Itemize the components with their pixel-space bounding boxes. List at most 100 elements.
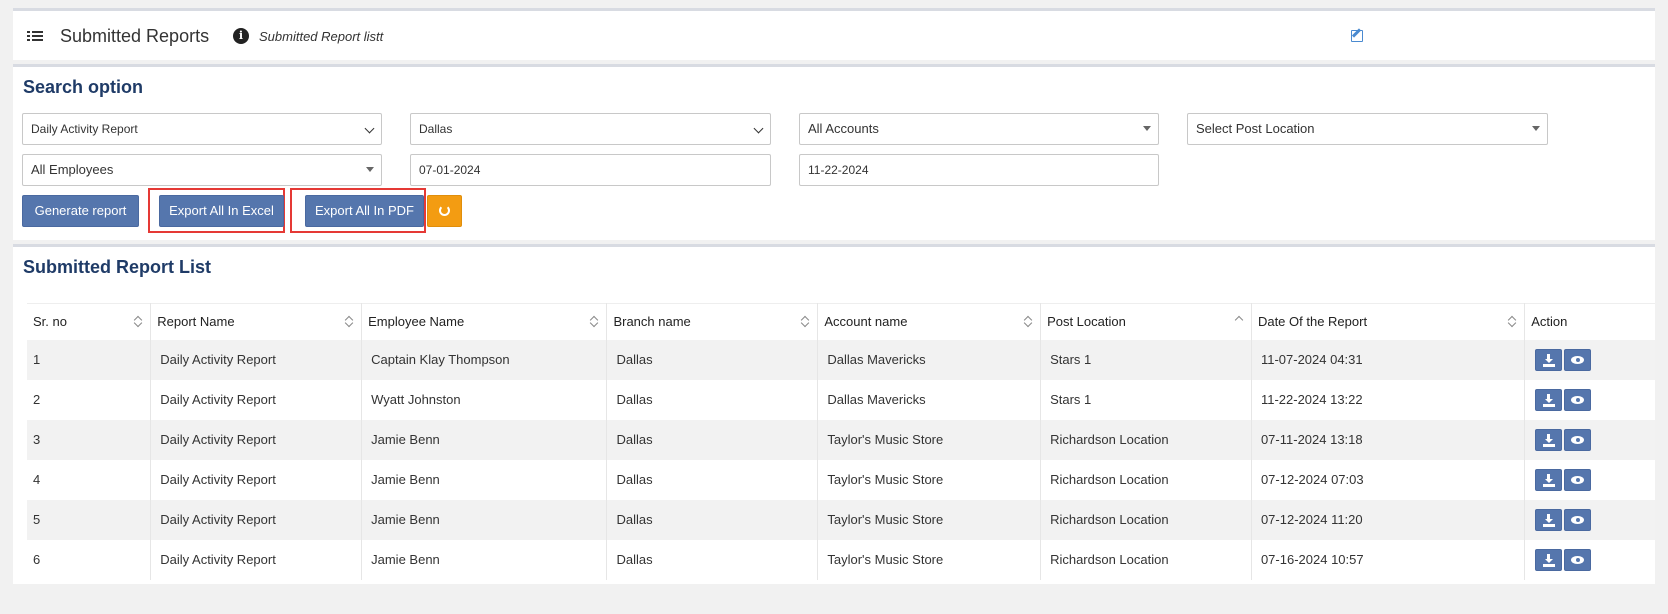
branch-cell: Dallas xyxy=(606,379,819,420)
account-cell: Dallas Mavericks xyxy=(817,339,1042,380)
download-icon xyxy=(1543,523,1556,527)
list-icon xyxy=(27,31,43,43)
table-header-row: Sr. no Report Name Employee Name Branch … xyxy=(27,303,1655,340)
sort-icon xyxy=(1024,316,1032,328)
download-button[interactable] xyxy=(1535,548,1563,571)
branch-cell: Dallas xyxy=(606,339,819,380)
branch-cell: Dallas xyxy=(606,539,819,580)
account-value: All Accounts xyxy=(808,121,879,136)
view-button[interactable] xyxy=(1564,428,1592,451)
export-pdf-button[interactable]: Export All In PDF xyxy=(305,195,424,227)
column-label: Employee Name xyxy=(368,314,465,330)
page-title: Submitted Reports xyxy=(60,26,210,46)
post-location-cell: Richardson Location xyxy=(1040,539,1252,580)
employee-name-cell: Captain Klay Thompson xyxy=(361,339,608,380)
sort-icon xyxy=(1508,316,1516,328)
employee-name-cell: Jamie Benn xyxy=(361,539,608,580)
date-cell: 07-16-2024 10:57 xyxy=(1251,539,1526,580)
download-button[interactable] xyxy=(1535,388,1563,411)
table-row: 1 Daily Activity Report Captain Klay Thomp… xyxy=(27,339,1655,380)
employee-value: All Employees xyxy=(31,162,114,177)
end-date-input[interactable]: 11-22-2024 xyxy=(799,154,1159,186)
view-button[interactable] xyxy=(1564,508,1592,531)
sort-asc-icon xyxy=(1235,316,1243,328)
account-select[interactable]: All Accounts xyxy=(799,113,1159,145)
column-header-employee-name[interactable]: Employee Name xyxy=(361,303,608,340)
table-row: 6 Daily Activity Report Jamie Benn Dallas Ta… xyxy=(27,539,1655,580)
action-cell xyxy=(1525,500,1655,540)
column-label: Action xyxy=(1531,314,1568,330)
report-name-cell: Daily Activity Report xyxy=(150,459,363,500)
branch-value: Dallas xyxy=(419,122,453,136)
view-button[interactable] xyxy=(1564,388,1592,411)
generate-report-button[interactable]: Generate report xyxy=(22,195,139,227)
column-header-branch-name[interactable]: Branch name xyxy=(606,303,819,340)
column-header-date[interactable]: Date Of the Report xyxy=(1251,303,1526,340)
sr-no-cell: 1 xyxy=(27,339,152,380)
action-cell xyxy=(1525,340,1655,380)
post-location-cell: Stars 1 xyxy=(1040,379,1252,420)
search-section-title: Search option xyxy=(23,77,144,97)
refresh-button[interactable] xyxy=(427,195,462,227)
report-type-select[interactable]: Daily Activity Report xyxy=(22,113,382,145)
branch-select[interactable]: Dallas xyxy=(410,113,771,145)
sr-no-cell: 5 xyxy=(27,499,152,540)
column-header-post-location[interactable]: Post Location xyxy=(1040,303,1252,340)
download-button[interactable] xyxy=(1535,508,1563,531)
refresh-icon xyxy=(439,205,450,217)
branch-cell: Dallas xyxy=(606,459,819,500)
sort-icon xyxy=(801,316,809,328)
page-header: Submitted Reports i Submitted Report lis… xyxy=(13,8,1655,60)
info-icon[interactable]: i xyxy=(233,28,249,44)
export-excel-button[interactable]: Export All In Excel xyxy=(159,195,284,227)
report-name-cell: Daily Activity Report xyxy=(150,419,363,460)
column-header-sr-no[interactable]: Sr. no xyxy=(27,303,152,340)
branch-cell: Dallas xyxy=(606,419,819,460)
caret-down-icon xyxy=(1532,126,1540,131)
account-cell: Taylor's Music Store xyxy=(817,459,1042,500)
report-name-cell: Daily Activity Report xyxy=(150,539,363,580)
column-header-action: Action xyxy=(1524,303,1655,340)
employee-select[interactable]: All Employees xyxy=(22,154,382,186)
column-label: Report Name xyxy=(157,314,235,330)
view-button[interactable] xyxy=(1564,348,1592,371)
date-cell: 07-12-2024 11:20 xyxy=(1251,499,1526,540)
download-icon xyxy=(1543,363,1556,367)
list-section-title: Submitted Report List xyxy=(23,257,211,277)
date-cell: 11-07-2024 04:31 xyxy=(1251,339,1526,380)
post-location-value: Select Post Location xyxy=(1196,121,1315,136)
download-icon xyxy=(1543,403,1556,407)
employee-name-cell: Wyatt Johnston xyxy=(361,379,608,420)
column-header-account-name[interactable]: Account name xyxy=(817,303,1042,340)
post-location-select[interactable]: Select Post Location xyxy=(1187,113,1548,145)
chevron-down-icon xyxy=(364,123,375,134)
column-label: Date Of the Report xyxy=(1257,314,1368,330)
table-row: 4 Daily Activity Report Jamie Benn Dallas Ta… xyxy=(27,459,1655,500)
account-cell: Taylor's Music Store xyxy=(817,539,1042,580)
download-button[interactable] xyxy=(1535,348,1563,371)
page-subtitle: Submitted Report listt xyxy=(259,29,384,44)
column-header-report-name[interactable]: Report Name xyxy=(150,303,363,340)
post-location-cell: Richardson Location xyxy=(1040,499,1252,540)
account-cell: Dallas Mavericks xyxy=(817,379,1042,420)
report-type-value: Daily Activity Report xyxy=(31,122,138,136)
end-date-value: 11-22-2024 xyxy=(808,163,869,177)
action-cell xyxy=(1525,460,1655,500)
caret-down-icon xyxy=(366,167,374,172)
action-cell xyxy=(1525,380,1655,420)
chevron-down-icon xyxy=(753,123,764,134)
view-button[interactable] xyxy=(1564,548,1592,571)
table-row: 3 Daily Activity Report Jamie Benn Dallas Ta… xyxy=(27,419,1655,460)
sr-no-cell: 3 xyxy=(27,419,152,460)
start-date-value: 07-01-2024 xyxy=(419,163,481,177)
edit-icon[interactable] xyxy=(1351,30,1363,42)
download-button[interactable] xyxy=(1535,428,1563,451)
report-name-cell: Daily Activity Report xyxy=(150,339,363,380)
sort-icon xyxy=(590,316,598,328)
sort-icon xyxy=(134,316,142,328)
start-date-input[interactable]: 07-01-2024 xyxy=(410,154,771,186)
column-label: Branch name xyxy=(613,314,691,330)
sr-no-cell: 2 xyxy=(27,379,152,420)
view-button[interactable] xyxy=(1564,468,1592,491)
download-button[interactable] xyxy=(1535,468,1563,491)
